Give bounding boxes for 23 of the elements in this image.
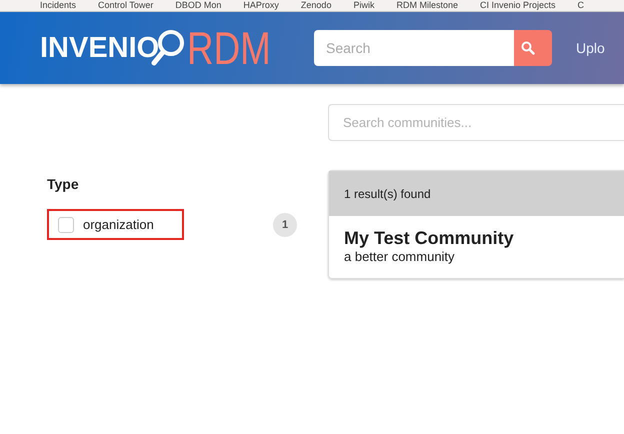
bookmark-link[interactable]: HAProxy <box>243 0 279 11</box>
bookmark-link[interactable]: Piwik <box>353 0 374 11</box>
logo-wordmark: INVENIO <box>40 32 160 64</box>
results-summary: 1 result(s) found <box>329 171 624 216</box>
bookmark-link[interactable]: Incidents <box>40 0 76 11</box>
count-badge: 1 <box>273 212 297 236</box>
logo-accent: RDM <box>187 25 272 71</box>
bookmark-link[interactable]: DBOD Mon <box>175 0 222 11</box>
search-icon <box>521 41 536 55</box>
checkbox[interactable] <box>58 216 74 232</box>
facet-option-label[interactable]: organization <box>83 217 154 232</box>
bookmark-link[interactable]: CI Invenio Projects <box>480 0 556 11</box>
community-title[interactable]: My Test Community <box>344 228 609 249</box>
search-button[interactable] <box>514 30 552 66</box>
nav-link[interactable]: Uplo <box>576 40 605 56</box>
search-field[interactable]: Search <box>314 30 514 66</box>
bookmark-link[interactable]: Control Tower <box>98 0 154 11</box>
facet-title: Type <box>47 176 80 192</box>
community-search-field[interactable]: Search communities... <box>328 104 624 141</box>
bookmark-link[interactable]: RDM Milestone <box>396 0 458 11</box>
bookmark-link[interactable]: Zenodo <box>300 0 332 11</box>
community-description: a better community <box>344 249 456 264</box>
bookmark-link[interactable]: C <box>578 0 584 11</box>
